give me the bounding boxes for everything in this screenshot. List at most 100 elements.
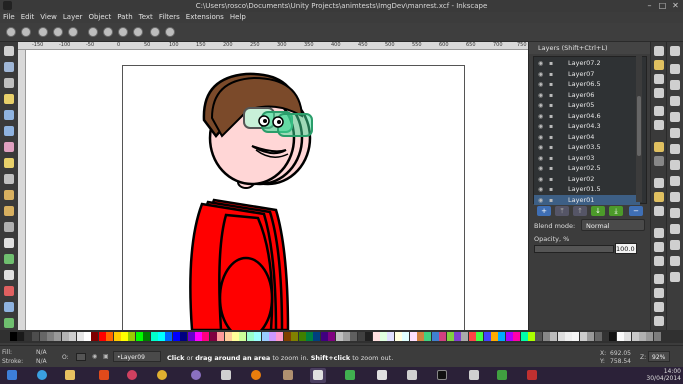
menu-layer[interactable]: Layer [60,12,86,22]
node-tool-icon[interactable] [4,62,14,72]
menu-text[interactable]: Text [136,12,156,22]
snap-paths-icon[interactable] [670,128,680,138]
lock-icon[interactable]: ▪ [549,92,553,99]
start-button[interactable] [4,368,20,383]
snap-bbox-icon[interactable] [670,64,680,74]
import-icon[interactable] [654,106,664,116]
snap-center-icon[interactable] [670,208,680,218]
zoom-previous-icon[interactable] [150,27,160,37]
snap-toggle-icon[interactable] [670,46,680,56]
spray-tool-icon[interactable] [4,254,14,264]
eye-icon[interactable]: ◉ [538,176,543,183]
zoom-1-1-icon[interactable] [38,27,48,37]
lock-icon[interactable]: ▪ [549,197,553,204]
spiral-tool-icon[interactable] [4,174,14,184]
system-clock[interactable]: 14:00 30/04/2014 [646,368,681,382]
layer-row[interactable]: ◉ ▪ Layer01 [534,194,640,205]
lock-icon[interactable]: ▪ [549,165,553,172]
menu-file[interactable]: File [0,12,18,22]
zoom-out-icon[interactable] [21,27,31,37]
office-taskbar-icon[interactable] [96,368,112,383]
snap-cusp-icon[interactable] [670,160,680,170]
print-icon[interactable] [654,88,664,98]
snap-bbox-edge-icon[interactable] [670,80,680,90]
save-icon[interactable] [654,74,664,84]
snap-bbox-corner-icon[interactable] [670,96,680,106]
zoom-selection-icon[interactable] [88,27,98,37]
character-drawing[interactable] [26,50,528,330]
zoom-tool-icon[interactable] [4,94,14,104]
new-document-icon[interactable] [654,46,664,56]
layer-row[interactable]: ◉ ▪ Layer01.5 [534,184,640,195]
dropper-tool-icon[interactable] [4,318,14,328]
layer-list-scrollbar[interactable] [636,56,642,202]
eye-icon[interactable]: ◉ [538,186,543,193]
lock-icon[interactable]: ▪ [549,113,553,120]
layer-list[interactable]: ◉ ▪ Layer07.2 ◉ ▪ Layer07 ◉ ▪ Layer06.5 ◉ ▪ Layer06… [533,56,647,205]
eye-icon[interactable]: ◉ [538,165,543,172]
blender-taskbar-icon[interactable] [248,368,264,383]
zoom-1-2-icon[interactable] [53,27,63,37]
paint-bucket-tool-icon[interactable] [4,286,14,296]
app8-taskbar-icon[interactable] [524,368,540,383]
eye-icon[interactable]: ◉ [538,113,543,120]
snap-rotation-icon[interactable] [670,224,680,234]
snap-intersection-icon[interactable] [670,144,680,154]
clone-icon[interactable] [654,288,664,298]
pen-tool-icon[interactable] [4,206,14,216]
opacity-slider[interactable] [534,245,614,253]
explorer-taskbar-icon[interactable] [62,368,78,383]
scrollbar-thumb[interactable] [637,96,641,156]
eye-icon[interactable]: ◉ [92,353,97,360]
layer-row[interactable]: ◉ ▪ Layer04.3 [534,121,640,132]
3d-box-tool-icon[interactable] [4,126,14,136]
layer-row[interactable]: ◉ ▪ Layer04 [534,132,640,143]
app3-taskbar-icon[interactable] [218,368,234,383]
lock-icon[interactable]: ▪ [549,81,553,88]
zoom-2-1-icon[interactable] [68,27,78,37]
lock-icon[interactable]: ▪ [549,144,553,151]
eye-icon[interactable]: ◉ [538,123,543,130]
lock-icon[interactable]: ▪ [549,186,553,193]
layer-row[interactable]: ◉ ▪ Layer06.5 [534,79,640,90]
copy-icon[interactable] [654,178,664,188]
close-button[interactable]: ✕ [671,1,680,10]
menu-help[interactable]: Help [227,12,249,22]
menu-extensions[interactable]: Extensions [183,12,227,22]
app6-taskbar-icon[interactable] [466,368,482,383]
color-palette[interactable] [0,330,683,343]
selector-tool-icon[interactable] [4,46,14,56]
layer-row[interactable]: ◉ ▪ Layer04.6 [534,111,640,122]
app7-taskbar-icon[interactable] [494,368,510,383]
text-tool-icon[interactable] [4,238,14,248]
lock-icon[interactable]: ▪ [549,102,553,109]
ellipse-tool-icon[interactable] [4,142,14,152]
zoom-field[interactable]: 92% [648,351,670,362]
layer-row[interactable]: ◉ ▪ Layer02.5 [534,163,640,174]
app-taskbar-icon[interactable] [124,368,140,383]
snap-guide-icon[interactable] [670,272,680,282]
zoom-in-icon[interactable] [6,27,16,37]
zoom-drawing-side-icon[interactable] [654,242,664,252]
lock-icon[interactable]: ▣ [103,353,109,360]
paste-icon[interactable] [654,206,664,216]
duplicate-icon[interactable] [654,274,664,284]
lock-icon[interactable]: ▪ [549,155,553,162]
inkscape-taskbar-icon[interactable] [310,368,326,383]
layer-row[interactable]: ◉ ▪ Layer03 [534,153,640,164]
eraser-tool-icon[interactable] [4,270,14,280]
minimize-button[interactable]: – [645,1,654,10]
cmd-taskbar-icon[interactable] [434,368,450,383]
layer-row[interactable]: ◉ ▪ Layer06 [534,90,640,101]
ungroup-icon[interactable] [654,316,664,326]
menu-view[interactable]: View [37,12,60,22]
zoom-selection-side-icon[interactable] [654,228,664,238]
eye-icon[interactable]: ◉ [538,92,543,99]
eye-icon[interactable]: ◉ [538,60,543,67]
opacity-status-field[interactable] [76,353,86,361]
zoom-page-icon[interactable] [118,27,128,37]
snap-page-icon[interactable] [670,240,680,250]
blend-mode-select[interactable]: Normal [581,219,645,231]
lock-icon[interactable]: ▪ [549,71,553,78]
rectangle-tool-icon[interactable] [4,110,14,120]
